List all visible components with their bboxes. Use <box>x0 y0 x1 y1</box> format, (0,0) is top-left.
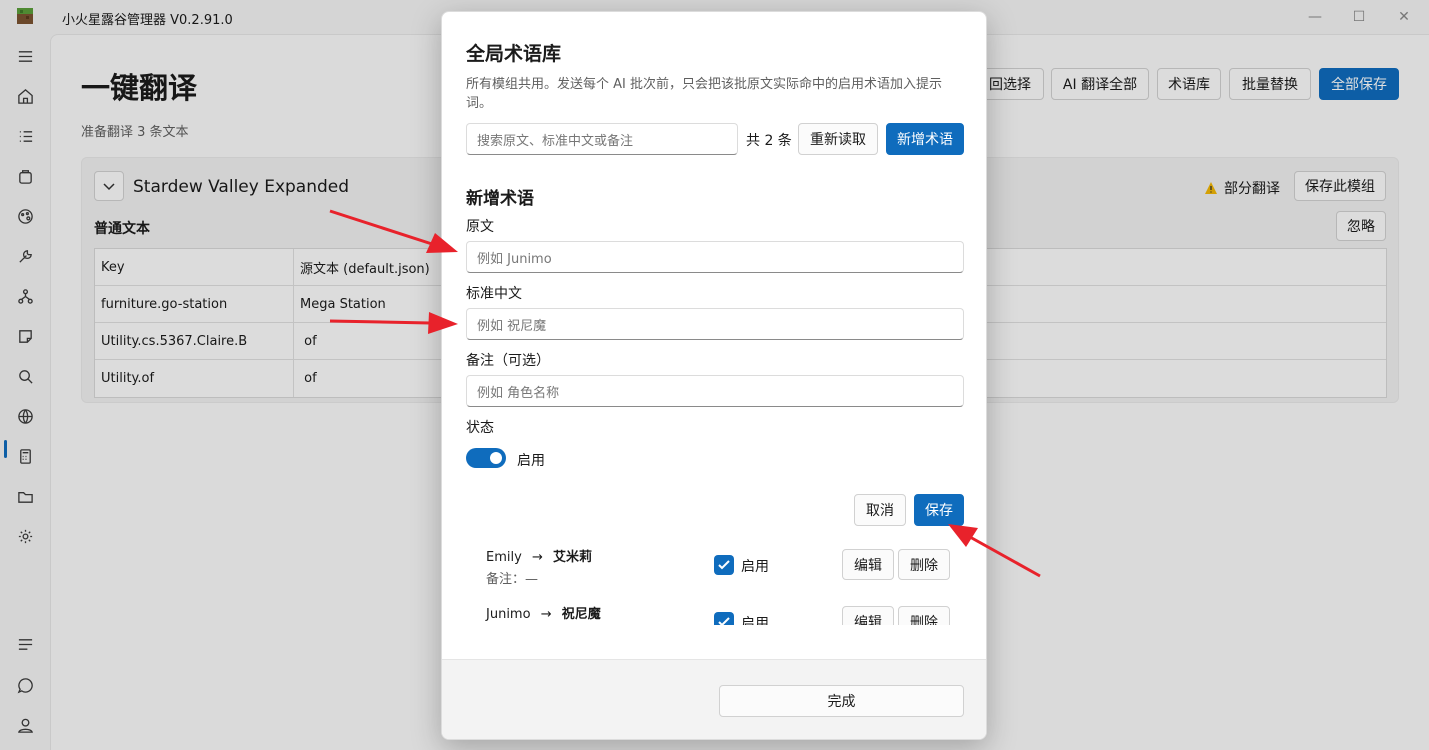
term-title: Junimo → 祝尼魔 <box>486 603 601 622</box>
dialog-title: 全局术语库 <box>466 43 562 65</box>
dialog-description: 所有模组共用。发送每个 AI 批次前，只会把该批原文实际命中的启用术语加入提示词… <box>466 77 942 111</box>
form-heading: 新增术语 <box>466 189 534 209</box>
check-icon <box>718 560 730 570</box>
term-note: 备注：— <box>486 572 539 587</box>
glossary-dialog: 全局术语库 所有模组共用。发送每个 AI 批次前，只会把该批原文实际命中的启用术… <box>441 11 987 740</box>
status-label: 状态 <box>466 420 494 436</box>
done-button[interactable]: 完成 <box>719 685 964 717</box>
arrow-icon: → <box>531 550 543 565</box>
delete-button[interactable]: 删除 <box>898 606 950 625</box>
arrow-icon: → <box>540 607 552 622</box>
glossary-search-input[interactable]: 搜索原文、标准中文或备注 <box>466 123 738 155</box>
check-icon <box>718 617 730 625</box>
term-enabled-label: 启用 <box>741 559 769 575</box>
target-label: 标准中文 <box>466 286 522 302</box>
term-count: 共 2 条 <box>746 133 792 149</box>
delete-button[interactable]: 删除 <box>898 549 950 580</box>
save-button[interactable]: 保存 <box>914 494 964 526</box>
note-input[interactable]: 例如 角色名称 <box>466 375 964 407</box>
note-label: 备注（可选） <box>466 353 550 369</box>
source-input[interactable]: 例如 Junimo <box>466 241 964 273</box>
term-enabled-checkbox[interactable] <box>714 555 734 575</box>
enable-toggle[interactable] <box>466 448 506 468</box>
term-enabled-label: 启用 <box>741 616 769 625</box>
term-target: 艾米莉 <box>552 550 592 565</box>
new-term-button[interactable]: 新增术语 <box>886 123 964 155</box>
dialog-footer: 完成 <box>442 659 986 739</box>
reload-button[interactable]: 重新读取 <box>798 123 878 155</box>
toggle-label: 启用 <box>517 453 545 469</box>
edit-button[interactable]: 编辑 <box>842 606 894 625</box>
cancel-button[interactable]: 取消 <box>854 494 906 526</box>
term-enabled-checkbox[interactable] <box>714 612 734 625</box>
term-source: Junimo <box>486 607 531 622</box>
source-label: 原文 <box>466 219 494 235</box>
term-target: 祝尼魔 <box>561 607 601 622</box>
target-input[interactable]: 例如 祝尼魔 <box>466 308 964 340</box>
edit-button[interactable]: 编辑 <box>842 549 894 580</box>
term-list: Emily → 艾米莉 备注：— 启用 编辑 删除 Junimo → 祝尼魔 启… <box>442 532 986 625</box>
term-title: Emily → 艾米莉 <box>486 546 592 565</box>
term-source: Emily <box>486 550 522 565</box>
